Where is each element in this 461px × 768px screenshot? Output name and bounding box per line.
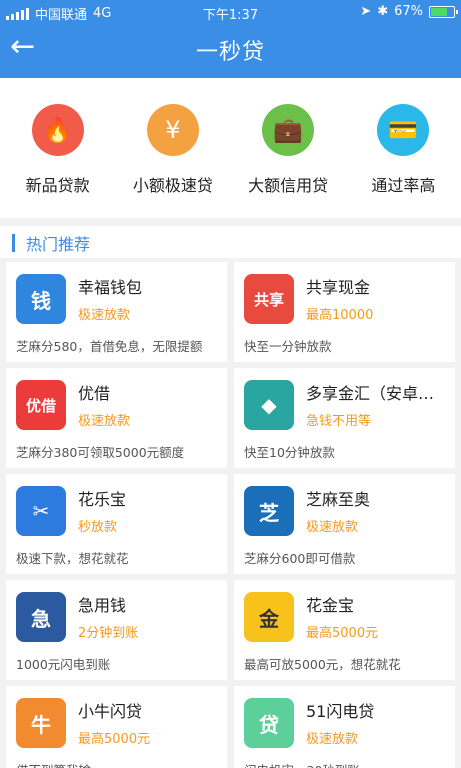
- product-desc: 芝麻分580，首借免息，无限提额: [16, 339, 203, 354]
- product-desc: 快至一分钟放款: [244, 339, 332, 354]
- product-name: 花乐宝: [78, 490, 127, 509]
- battery-icon: [429, 5, 458, 18]
- location-icon: ➤: [360, 4, 372, 19]
- product-card[interactable]: 贷 51闪电贷 极速放款 闪电机审，30秒到账: [234, 686, 455, 768]
- product-desc: 极速下款，想花就花: [16, 551, 129, 566]
- battery-percent: 67%: [394, 4, 423, 19]
- product-desc: 借不到算我输: [16, 760, 221, 768]
- category-large-credit[interactable]: 💼 大额信用贷: [231, 78, 346, 218]
- briefcase-icon: 💼: [262, 104, 315, 156]
- product-desc: 最高可放5000元，想花就花: [244, 657, 401, 672]
- product-tag: 最高10000: [306, 308, 374, 323]
- card-icon: 💳: [377, 104, 430, 156]
- product-desc: 芝麻分380可领取5000元额度: [16, 445, 185, 460]
- jiyongqian-logo-icon: 急: [16, 592, 66, 642]
- product-tag: 最高5000元: [306, 626, 379, 641]
- nav-bar: ← 一秒贷: [0, 24, 461, 78]
- zhima-logo-icon: 芝: [244, 486, 294, 536]
- status-bar: 中国联通 4G 下午1:37 ➤ ✱ 67%: [0, 0, 461, 24]
- yuan-coin-icon: ¥: [146, 104, 199, 156]
- product-name: 共享现金: [306, 278, 371, 297]
- huajinbao-logo-icon: 金: [244, 592, 294, 642]
- product-desc: 芝麻分600即可借款: [244, 551, 356, 566]
- product-card[interactable]: ✂ 花乐宝 秒放款 极速下款，想花就花: [6, 474, 227, 574]
- product-tag: 极速放款: [306, 732, 359, 747]
- category-small-fast[interactable]: ¥ 小额极速贷: [115, 78, 230, 218]
- bluetooth-icon: ✱: [377, 4, 389, 19]
- product-tag: 极速放款: [78, 414, 131, 429]
- product-card[interactable]: 优借 优借 极速放款 芝麻分380可领取5000元额度: [6, 368, 227, 468]
- product-tag: 极速放款: [78, 308, 131, 323]
- product-desc: 1000元闪电到账: [16, 657, 111, 672]
- product-name: 51闪电贷: [306, 702, 375, 721]
- page-title: 一秒贷: [195, 40, 265, 65]
- hualebao-logo-icon: ✂: [16, 486, 66, 536]
- product-card[interactable]: 牛 小牛闪贷 最高5000元 借不到算我输: [6, 686, 227, 768]
- product-name: 花金宝: [306, 596, 355, 615]
- product-tag: 2分钟到账: [78, 626, 139, 641]
- product-desc: 闪电机审，30秒到账: [244, 760, 449, 768]
- product-tag: 急钱不用等: [306, 414, 372, 429]
- category-label: 小额极速贷: [132, 176, 213, 195]
- product-name: 芝麻至奥: [306, 490, 371, 509]
- category-label: 通过率高: [371, 176, 436, 195]
- product-name: 小牛闪贷: [78, 702, 143, 721]
- category-row: 🔥 新品贷款 ¥ 小额极速贷 💼 大额信用贷 💳 通过率高: [0, 78, 461, 218]
- 51-loan-logo-icon: 贷: [244, 698, 294, 748]
- header: 中国联通 4G 下午1:37 ➤ ✱ 67% ← 一秒贷: [0, 0, 461, 78]
- product-tag: 秒放款: [78, 520, 118, 535]
- wallet-logo-icon: 钱: [16, 274, 66, 324]
- product-desc: 快至10分钟放款: [244, 445, 335, 460]
- share-cash-logo-icon: 共享: [244, 274, 294, 324]
- product-name: 幸福钱包: [78, 278, 143, 297]
- xiaoniu-logo-icon: 牛: [16, 698, 66, 748]
- duoxiang-logo-icon: ◆: [244, 380, 294, 430]
- product-card[interactable]: ◆ 多享金汇（安卓… 急钱不用等 快至10分钟放款: [234, 368, 455, 468]
- product-name: 急用钱: [78, 596, 127, 615]
- section-accent: [12, 234, 15, 252]
- flame-icon: 🔥: [31, 104, 84, 156]
- product-card[interactable]: 芝 芝麻至奥 极速放款 芝麻分600即可借款: [234, 474, 455, 574]
- product-card[interactable]: 共享 共享现金 最高10000 快至一分钟放款: [234, 262, 455, 362]
- product-name: 多享金汇（安卓…: [306, 384, 435, 403]
- section-title: 热门推荐: [26, 235, 91, 254]
- category-new-loans[interactable]: 🔥 新品贷款: [0, 78, 115, 218]
- product-tag: 极速放款: [306, 520, 359, 535]
- product-tag: 最高5000元: [78, 732, 151, 747]
- product-name: 优借: [78, 384, 111, 403]
- product-card[interactable]: 急 急用钱 2分钟到账 1000元闪电到账: [6, 580, 227, 680]
- product-card[interactable]: 金 花金宝 最高5000元 最高可放5000元，想花就花: [234, 580, 455, 680]
- category-high-approval[interactable]: 💳 通过率高: [346, 78, 461, 218]
- category-label: 新品贷款: [25, 176, 90, 195]
- hot-section-header: 热门推荐: [0, 226, 461, 258]
- category-label: 大额信用贷: [248, 176, 329, 195]
- product-card[interactable]: 钱 幸福钱包 极速放款 芝麻分580，首借免息，无限提额: [6, 262, 227, 362]
- youjie-logo-icon: 优借: [16, 380, 66, 430]
